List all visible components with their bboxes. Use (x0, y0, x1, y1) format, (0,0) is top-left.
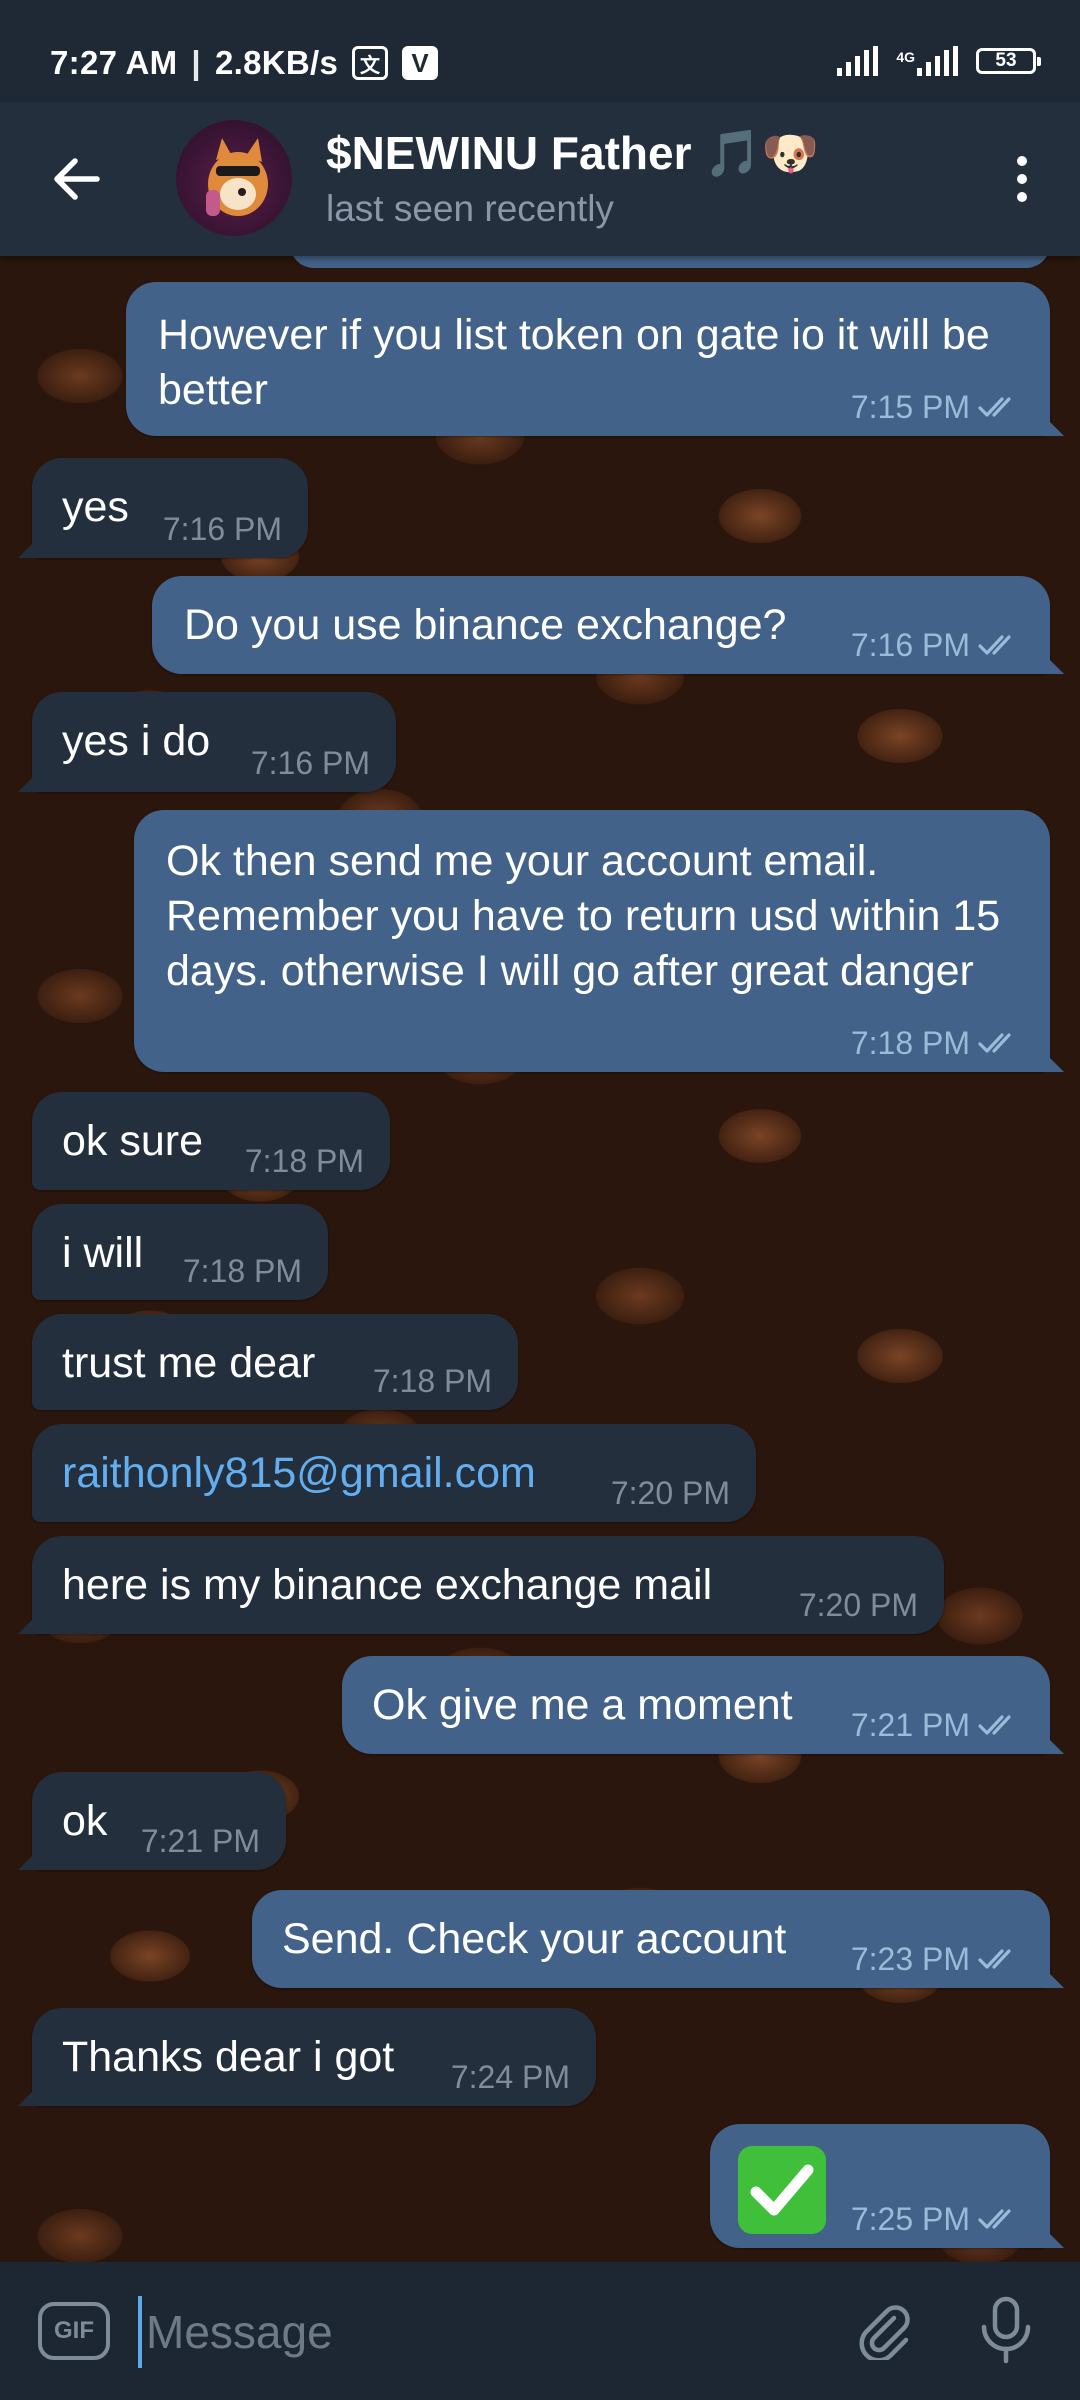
check-mark-emoji (738, 2146, 826, 2234)
message-text: Do you use binance exchange? (184, 601, 787, 649)
double-check-icon (978, 1033, 1011, 1053)
chat-last-seen: last seen recently (326, 188, 614, 229)
message-incoming[interactable]: raithonly815@gmail.com 7:20 PM (32, 1424, 756, 1522)
message-meta: 7:18 PM (851, 1026, 1024, 1060)
message-text: ok (62, 1797, 108, 1845)
message-incoming[interactable]: Thanks dear i got 7:24 PM (18, 2008, 596, 2106)
message-incoming[interactable]: yes i do 7:16 PM (18, 692, 396, 792)
network-label: 4G (896, 49, 915, 65)
message-time: 7:15 PM (850, 389, 970, 425)
message-input[interactable] (138, 2296, 808, 2368)
message-meta: 7:20 PM (611, 1476, 730, 1510)
message-meta: 7:16 PM (163, 512, 282, 546)
double-check-icon (978, 2209, 1011, 2229)
message-time: 7:21 PM (850, 1707, 970, 1743)
message-text: Ok then send me your account email. Reme… (166, 837, 1001, 995)
check-mark-icon (750, 2164, 814, 2216)
message-meta: 7:21 PM (141, 1824, 260, 1858)
double-check-icon (978, 1949, 1011, 1969)
message-time: 7:16 PM (162, 511, 282, 547)
chat-title[interactable]: $NEWINU Father 🎵🐶 (326, 126, 819, 181)
avatar[interactable] (176, 120, 292, 236)
message-outgoing[interactable]: 7:25 PM (710, 2124, 1064, 2248)
message-text: Send. Check your account (282, 1915, 787, 1963)
signal-icon (837, 46, 879, 76)
more-vert-icon[interactable] (990, 147, 1054, 211)
message-time: 7:18 PM (182, 1253, 302, 1289)
message-outgoing[interactable]: Ok then send me your account email. Reme… (134, 810, 1064, 1072)
message-time: 7:23 PM (850, 1941, 970, 1977)
message-time: 7:16 PM (850, 627, 970, 663)
message-meta: 7:15 PM (851, 390, 1024, 424)
status-separator: | (191, 44, 201, 81)
message-time: 7:25 PM (850, 2201, 970, 2237)
message-outgoing[interactable]: Send. Check your account 7:23 PM (252, 1890, 1064, 1988)
status-right: 4G 53 (837, 46, 1041, 76)
double-check-icon (978, 397, 1011, 417)
message-incoming[interactable]: ok 7:21 PM (18, 1772, 286, 1870)
message-meta: 7:16 PM (851, 628, 1024, 662)
message-composer: GIF (0, 2262, 1080, 2400)
paperclip-icon[interactable] (848, 2294, 920, 2366)
telegram-chat-screen: 7:27 AM | 2.8KB/s 文 V 4G 53 $NEWINU Fath… (0, 0, 1080, 2400)
message-time: 7:18 PM (372, 1363, 492, 1399)
message-meta: 7:24 PM (451, 2060, 570, 2094)
message-text: i will (62, 1229, 144, 1277)
status-time: 7:27 AM (50, 44, 178, 81)
message-time: 7:18 PM (244, 1143, 364, 1179)
message-time: 7:20 PM (798, 1587, 918, 1623)
message-text: yes i do (62, 717, 211, 765)
message-outgoing[interactable]: Ok give me a moment 7:21 PM (342, 1656, 1064, 1754)
message-outgoing[interactable]: However if you list token on gate io it … (126, 282, 1064, 436)
battery-icon: 53 (976, 48, 1041, 74)
status-bar: 7:27 AM | 2.8KB/s 文 V 4G 53 (0, 0, 1080, 102)
mic-icon-svg (981, 2296, 1031, 2364)
message-text: Thanks dear i got (62, 2033, 395, 2081)
message-text: yes (62, 483, 129, 531)
message-meta: 7:18 PM (183, 1254, 302, 1288)
message-time: 7:18 PM (850, 1025, 970, 1061)
email-link[interactable]: raithonly815@gmail.com (62, 1449, 536, 1497)
message-meta: 7:25 PM (851, 2202, 1024, 2236)
message-time: 7:24 PM (450, 2059, 570, 2095)
paperclip-icon-svg (859, 2305, 910, 2360)
message-time: 7:20 PM (610, 1475, 730, 1511)
gif-icon[interactable]: GIF (38, 2302, 110, 2360)
back-arrow-icon (54, 158, 100, 200)
signal-4g-icon: 4G (896, 46, 958, 76)
message-incoming[interactable]: i will 7:18 PM (32, 1204, 328, 1300)
v-icon: V (402, 46, 439, 80)
mic-icon[interactable] (970, 2292, 1042, 2368)
message-meta: 7:23 PM (851, 1942, 1024, 1976)
message-incoming[interactable]: here is my binance exchange mail 7:20 PM (18, 1536, 944, 1634)
double-check-icon (978, 1715, 1011, 1735)
battery-level: 53 (995, 50, 1017, 71)
status-speed: 2.8KB/s (214, 44, 339, 81)
double-check-icon (978, 635, 1011, 655)
message-meta: 7:16 PM (251, 746, 370, 780)
message-time: 7:16 PM (250, 745, 370, 781)
message-outgoing[interactable]: Do you use binance exchange? 7:16 PM (152, 576, 1064, 674)
message-meta: 7:21 PM (851, 1708, 1024, 1742)
message-incoming[interactable]: yes 7:16 PM (18, 458, 308, 558)
back-button[interactable] (44, 147, 108, 211)
previous-message-stub (290, 256, 1050, 268)
message-incoming[interactable]: ok sure 7:18 PM (32, 1092, 390, 1190)
status-left: 7:27 AM | 2.8KB/s 文 V (50, 44, 439, 82)
translate-icon: 文 (352, 46, 389, 80)
message-time: 7:21 PM (140, 1823, 260, 1859)
message-text: trust me dear (62, 1339, 316, 1387)
message-meta: 7:18 PM (245, 1144, 364, 1178)
message-incoming[interactable]: trust me dear 7:18 PM (32, 1314, 518, 1410)
message-text: ok sure (62, 1117, 204, 1165)
message-text: here is my binance exchange mail (62, 1561, 713, 1609)
message-meta: 7:18 PM (373, 1364, 492, 1398)
chat-header: $NEWINU Father 🎵🐶 last seen recently (0, 102, 1080, 256)
message-text: Ok give me a moment (372, 1681, 793, 1729)
signal-bars (917, 46, 958, 76)
message-meta: 7:20 PM (799, 1588, 918, 1622)
avatar-shiba-icon (206, 138, 268, 216)
